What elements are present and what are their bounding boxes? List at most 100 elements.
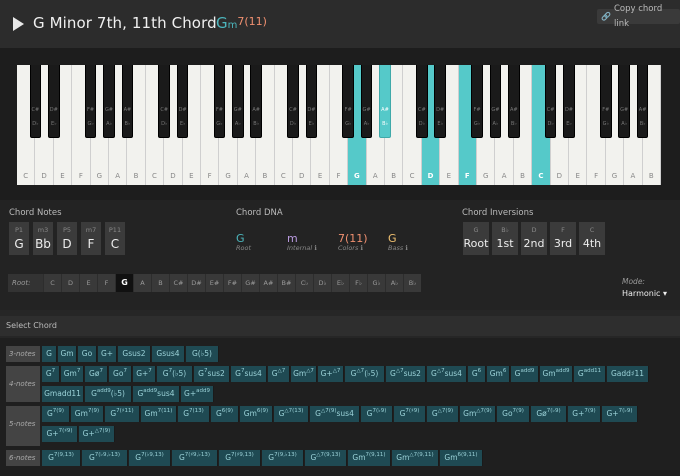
root-option[interactable]: B#	[277, 274, 295, 292]
black-key[interactable]: A# B♭	[636, 65, 649, 138]
black-key[interactable]: C# D♭	[287, 65, 299, 138]
root-option[interactable]: G	[115, 274, 133, 292]
chord-chip[interactable]: G△7(9)	[427, 406, 459, 422]
black-key[interactable]: D# E♭	[305, 65, 318, 138]
chord-chip[interactable]: G7(13)	[178, 406, 210, 422]
chord-note[interactable]: m3 Bb	[33, 222, 53, 255]
chord-chip[interactable]: G7(♯9)	[394, 406, 426, 422]
black-key[interactable]: C# D♭	[29, 65, 42, 138]
chord-chip[interactable]: G(♭5)	[186, 346, 219, 362]
chord-note[interactable]: m7 F	[81, 222, 101, 255]
black-key[interactable]: G# A♭	[618, 65, 630, 138]
chord-chip[interactable]: Gmadd9	[540, 366, 573, 382]
root-option[interactable]: D	[61, 274, 79, 292]
chord-chip[interactable]: G7(♭9,♭13)	[82, 450, 128, 466]
chord-chip[interactable]: Gsus4	[152, 346, 185, 362]
chord-chip[interactable]: Gm6(9)	[240, 406, 273, 422]
chord-chip[interactable]: G7(♯9,♭13)	[172, 450, 218, 466]
chord-chip[interactable]: Gm7	[61, 366, 84, 382]
chord-chip[interactable]: G+	[98, 346, 117, 362]
black-key[interactable]: A# B♭	[250, 65, 262, 138]
root-option[interactable]: F#	[223, 274, 241, 292]
chord-chip[interactable]: G+△7	[318, 366, 344, 382]
dna-internal-label[interactable]: Internal ℹ	[287, 244, 317, 252]
chord-note[interactable]: P11 C	[105, 222, 125, 255]
chord-chip[interactable]: Gsus2	[118, 346, 151, 362]
root-option[interactable]: F♭	[349, 274, 367, 292]
chord-chip[interactable]: G△7(♭5)	[345, 366, 385, 382]
chord-chip[interactable]: G△7(9)sus4	[310, 406, 360, 422]
black-key[interactable]: A# B♭	[121, 65, 134, 138]
play-icon[interactable]	[13, 17, 24, 31]
chord-chip[interactable]: G7sus2	[194, 366, 230, 382]
root-option[interactable]: B♭	[403, 274, 421, 292]
black-key[interactable]: C# D♭	[544, 65, 557, 138]
chord-chip[interactable]: Gadd9sus4	[133, 386, 180, 402]
black-key[interactable]: D# E♭	[176, 65, 189, 138]
root-option[interactable]: A♭	[385, 274, 403, 292]
black-key[interactable]: G# A♭	[103, 65, 115, 138]
chord-chip[interactable]: Go7(9)	[497, 406, 530, 422]
chord-chip[interactable]: G△7(13)	[274, 406, 309, 422]
root-option[interactable]: G#	[241, 274, 259, 292]
black-key[interactable]: F# G♭	[342, 65, 354, 138]
chord-chip[interactable]: G7(9,13)	[42, 450, 81, 466]
black-key[interactable]: C# D♭	[158, 65, 170, 138]
black-key[interactable]: F# G♭	[213, 65, 226, 138]
chord-chip[interactable]: G	[42, 346, 57, 362]
chord-chip[interactable]: G7(9,♭13)	[262, 450, 304, 466]
root-option[interactable]: D♭	[313, 274, 331, 292]
chord-chip[interactable]: Gø7(♭9)	[531, 406, 567, 422]
chord-chip[interactable]: G7(♯9,13)	[219, 450, 261, 466]
dna-colors-label[interactable]: Colors ℹ	[338, 244, 363, 252]
chord-chip[interactable]: Gmadd11	[42, 386, 84, 402]
chord-chip[interactable]: G7sus4	[231, 366, 267, 382]
chord-chip[interactable]: G7(9)	[42, 406, 70, 422]
root-option[interactable]: D#	[187, 274, 205, 292]
chord-chip[interactable]: G7(♭5)	[157, 366, 193, 382]
chord-chip[interactable]: G+7(♭9)	[602, 406, 638, 422]
chord-chip[interactable]: G7(♭9)	[361, 406, 393, 422]
chord-chip[interactable]: Gadd9(♭5)	[85, 386, 132, 402]
root-option[interactable]: A#	[259, 274, 277, 292]
root-option[interactable]: C	[43, 274, 61, 292]
black-key[interactable]: D# E♭	[434, 65, 446, 138]
black-key[interactable]: D# E♭	[48, 65, 60, 138]
inversion-button[interactable]: F 3rd	[550, 222, 576, 255]
chord-chip[interactable]: G7	[42, 366, 60, 382]
chord-chip[interactable]: G+7(9)	[568, 406, 601, 422]
inversion-button[interactable]: C 4th	[579, 222, 605, 255]
chord-chip[interactable]: G△7(9,13)	[305, 450, 347, 466]
chord-chip[interactable]: Gm	[58, 346, 77, 362]
mode-dropdown[interactable]: Harmonic ▾	[622, 289, 667, 298]
root-option[interactable]: F	[97, 274, 115, 292]
chord-chip[interactable]: G+7(♯9)	[42, 426, 78, 442]
chord-chip[interactable]: Gø7	[85, 366, 108, 382]
inversion-button[interactable]: D 2nd	[521, 222, 547, 255]
inversion-button[interactable]: G Root	[463, 222, 489, 255]
black-key[interactable]: G# A♭	[232, 65, 244, 138]
chord-chip[interactable]: Gm7(9)	[71, 406, 104, 422]
chord-chip[interactable]: Go7	[109, 366, 132, 382]
root-option[interactable]: C♭	[295, 274, 313, 292]
chord-chip[interactable]: Gm△7	[291, 366, 317, 382]
chord-chip[interactable]: G+7	[133, 366, 156, 382]
black-key[interactable]: A# B♭	[379, 65, 391, 138]
black-key[interactable]: C# D♭	[416, 65, 428, 138]
chord-chip[interactable]: Gadd11	[574, 366, 606, 382]
root-option[interactable]: E#	[205, 274, 223, 292]
root-option[interactable]: B	[151, 274, 169, 292]
chord-chip[interactable]: Gm6	[487, 366, 510, 382]
chord-chip[interactable]: G+add9	[181, 386, 214, 402]
chord-note[interactable]: P1 G	[9, 222, 29, 255]
dna-bass-label[interactable]: Bass ℹ	[388, 244, 408, 252]
root-option[interactable]: E	[79, 274, 97, 292]
chord-chip[interactable]: Gm7(9,11)	[348, 450, 391, 466]
chord-note[interactable]: P5 D	[57, 222, 77, 255]
chord-chip[interactable]: G6	[468, 366, 486, 382]
chord-chip[interactable]: Gm△7(9,11)	[392, 450, 439, 466]
chord-chip[interactable]: G△7	[268, 366, 290, 382]
chord-chip[interactable]: G△7sus4	[427, 366, 467, 382]
chord-chip[interactable]: Go	[78, 346, 97, 362]
chord-chip[interactable]: Gadd♯11	[607, 366, 649, 382]
